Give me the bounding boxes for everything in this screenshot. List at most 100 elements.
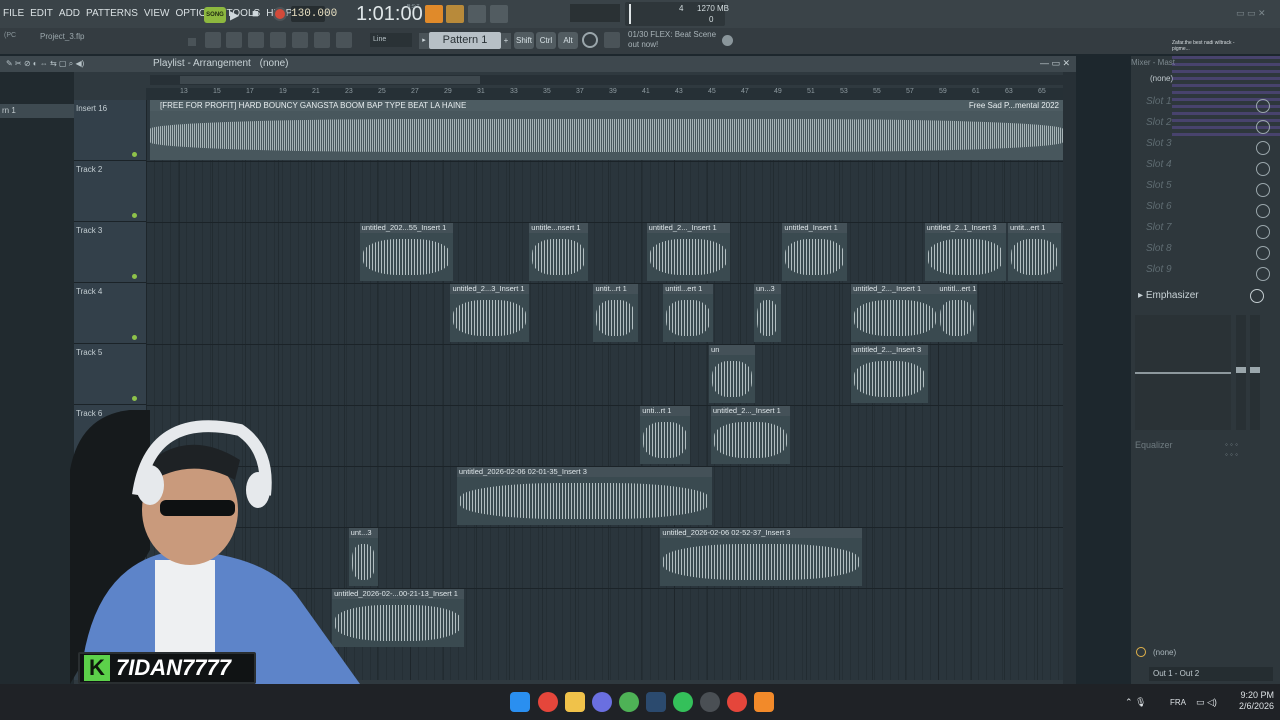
mixer-effect-slot[interactable]: Slot 6 <box>1138 201 1270 221</box>
track-mute-led[interactable] <box>132 152 137 157</box>
network-volume-icons[interactable]: ▭ ◁) <box>1196 697 1217 708</box>
step-edit-icon[interactable] <box>446 5 464 23</box>
pattern-mode-icon[interactable] <box>425 5 443 23</box>
snap-select[interactable]: Line <box>370 33 412 47</box>
playlist-icon[interactable] <box>226 32 242 48</box>
alt-modifier-button[interactable]: Alt <box>558 32 578 49</box>
news-icon[interactable] <box>604 32 620 48</box>
audio-clip[interactable]: untitled_2..._Insert 1 <box>851 284 940 342</box>
emphasizer-mix-knob[interactable] <box>1250 289 1264 303</box>
audio-clip[interactable]: untitled_2..._Insert 3 <box>851 345 929 403</box>
eq-knobs[interactable]: ◦ ◦ ◦ ◦ ◦ ◦ <box>1225 440 1238 460</box>
menu-edit[interactable]: EDIT <box>27 0 56 28</box>
slot-mix-knob[interactable] <box>1256 204 1270 218</box>
scroll-thumb[interactable] <box>180 76 480 84</box>
taskbar-clock[interactable]: 9:20 PM 2/6/2026 <box>1222 690 1274 712</box>
mixer-bottom-preset[interactable]: (none) <box>1153 648 1176 657</box>
track-header[interactable]: Track 2 <box>74 161 146 222</box>
mixer-effect-slot[interactable]: Slot 8 <box>1138 243 1270 263</box>
track-mute-led[interactable] <box>132 213 137 218</box>
audio-clip[interactable]: untitle...nsert 1 <box>529 223 588 281</box>
ctrl-modifier-button[interactable]: Ctrl <box>536 32 556 49</box>
metronome-icon[interactable] <box>490 5 508 23</box>
audio-clip-main[interactable]: [FREE FOR PROFIT] HARD BOUNCY GANGSTA BO… <box>150 100 1063 160</box>
spotify-icon[interactable] <box>673 692 693 712</box>
slot-mix-knob[interactable] <box>1256 120 1270 134</box>
audio-clip[interactable]: untitled_2026-02-06 02-01-35_Insert 3 <box>456 467 712 525</box>
steam-icon[interactable] <box>646 692 666 712</box>
slot-mix-knob[interactable] <box>1256 141 1270 155</box>
audio-clip[interactable]: untit...ert 1 <box>1007 223 1062 281</box>
slot-mix-knob[interactable] <box>1256 225 1270 239</box>
audio-clip[interactable]: untitl...ert 1 <box>663 284 713 342</box>
audio-clip[interactable]: untitled_2..._Insert 1 <box>646 223 731 281</box>
app-green-icon[interactable] <box>619 692 639 712</box>
blend-icon[interactable] <box>468 5 486 23</box>
output-selector[interactable]: Out 1 - Out 2 <box>1149 667 1273 681</box>
chrome-icon[interactable] <box>538 692 558 712</box>
audio-clip[interactable]: untitled_2..1_Insert 3 <box>924 223 1007 281</box>
audio-clip[interactable]: un <box>709 345 755 403</box>
audio-clip[interactable]: untitled_2..._Insert 1 <box>710 406 790 464</box>
audio-clip[interactable]: untitl...ert 1 <box>937 284 977 342</box>
menu-add[interactable]: ADD <box>56 0 83 28</box>
mixer-bottom-preset-icon[interactable] <box>1136 647 1146 657</box>
browser-icon[interactable] <box>314 32 330 48</box>
mixer-effect-slot-emphasizer[interactable]: ▸ Emphasizer <box>1138 290 1199 301</box>
mixer-fader-left[interactable] <box>1236 315 1246 430</box>
audio-clip[interactable]: unti...rt 1 <box>640 406 690 464</box>
pattern-selector[interactable]: Pattern 1 <box>429 32 501 49</box>
tempo-display[interactable]: 130.000 <box>291 6 337 22</box>
mixer-effect-slot[interactable]: Slot 2 <box>1138 117 1270 137</box>
windows-start-icon[interactable] <box>510 692 530 712</box>
discord-icon[interactable] <box>592 692 612 712</box>
online-status-icon[interactable] <box>722 35 733 46</box>
chrome-icon-2[interactable] <box>727 692 747 712</box>
audio-clip[interactable]: untitled_2...3_Insert 1 <box>450 284 530 342</box>
channel-rack-icon[interactable] <box>270 32 286 48</box>
audio-clip[interactable]: untit...rt 1 <box>593 284 639 342</box>
mixer-effect-slot[interactable]: Slot 4 <box>1138 159 1270 179</box>
audio-clip[interactable]: un...3 <box>753 284 782 342</box>
mixer-effect-slot[interactable]: Slot 7 <box>1138 222 1270 242</box>
pattern-add-button[interactable]: + <box>501 33 511 49</box>
track-header[interactable]: Track 4 <box>74 283 146 344</box>
shift-modifier-button[interactable]: Shift <box>514 32 534 49</box>
stop-button[interactable]: ■ <box>252 8 259 20</box>
mixer-fader-right[interactable] <box>1250 315 1260 430</box>
fl-studio-icon[interactable] <box>754 692 774 712</box>
news-hint[interactable]: 01/30 FLEX: Beat Scene out now! <box>628 30 716 50</box>
pattern-prev-arrow[interactable]: ▸ <box>419 33 429 49</box>
mixer-effect-slot[interactable]: Slot 1 <box>1138 96 1270 116</box>
menu-file[interactable]: FILE <box>0 0 27 28</box>
audio-clip[interactable]: untitled_Insert 1 <box>782 223 847 281</box>
snap-icon[interactable] <box>205 32 221 48</box>
track-mute-led[interactable] <box>132 335 137 340</box>
vertical-scrollbar[interactable] <box>1063 72 1076 684</box>
microphone-icon[interactable] <box>336 32 352 48</box>
menu-patterns[interactable]: PATTERNS <box>83 0 141 28</box>
menu-view[interactable]: VIEW <box>141 0 173 28</box>
slot-mix-knob[interactable] <box>1256 267 1270 281</box>
timeline-ruler[interactable]: 13 15 17 19 21 23 25 27 29 31 33 35 37 39 41 43 45 47 49 51… <box>146 88 1063 100</box>
track-mute-led[interactable] <box>132 274 137 279</box>
gear-icon[interactable] <box>582 32 598 48</box>
tray-icons[interactable]: ⌃ 🎙 <box>1125 697 1146 708</box>
window-controls[interactable]: ▭ ▭ ✕ <box>1236 8 1266 19</box>
audio-clip[interactable]: untitled_202...55_Insert 1 <box>359 223 454 281</box>
mixer-effect-slot[interactable]: Slot 9 <box>1138 264 1270 284</box>
play-button[interactable]: ▶ <box>230 8 239 22</box>
slot-mix-knob[interactable] <box>1256 183 1270 197</box>
input-language[interactable]: FRA <box>1170 698 1186 707</box>
slot-mix-knob[interactable] <box>1256 162 1270 176</box>
mixer-effect-slot[interactable]: Slot 5 <box>1138 180 1270 200</box>
piano-roll-icon[interactable] <box>248 32 264 48</box>
playlist-close-controls[interactable]: — ▭ ✕ <box>1040 58 1070 69</box>
horizontal-scrollbar[interactable] <box>150 75 1063 85</box>
track-header[interactable]: Track 5 <box>74 344 146 405</box>
song-mode-toggle[interactable]: SONG <box>204 7 226 23</box>
slot-mix-knob[interactable] <box>1256 99 1270 113</box>
track-header[interactable]: Insert 16 <box>74 100 146 161</box>
record-button[interactable] <box>273 7 287 21</box>
mixer-icon[interactable] <box>292 32 308 48</box>
